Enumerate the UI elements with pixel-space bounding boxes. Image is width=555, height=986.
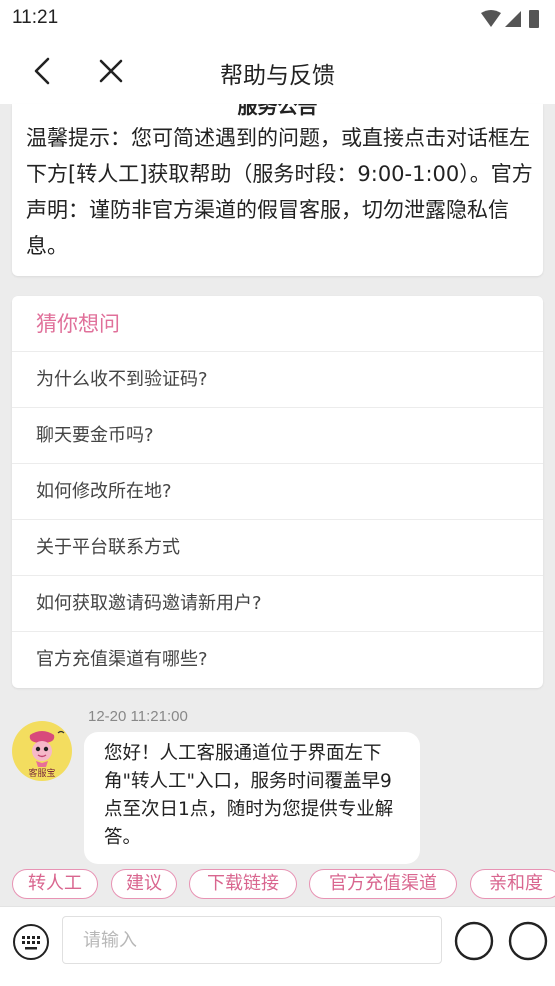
emoji-button[interactable] [452,919,496,963]
message-timestamp: 12-20 11:21:00 [88,708,188,725]
keyboard-icon [13,924,49,960]
avatar-label: 客服宝 [28,769,56,779]
status-bar: 11:21 [0,0,555,38]
keyboard-button[interactable] [12,923,50,961]
message-input[interactable] [62,916,442,964]
quick-reply-chip[interactable]: 官方充值渠道 [309,869,457,899]
faq-item[interactable]: 关于平台联系方式 [12,520,543,576]
signal-icon [505,11,521,27]
faq-item[interactable]: 聊天要金币吗? [12,408,543,464]
wifi-icon [481,10,501,27]
quick-reply-chip[interactable]: 转人工 [12,869,98,899]
quick-reply-chip[interactable]: 下载链接 [189,869,297,899]
battery-icon [529,10,539,28]
avatar[interactable]: 客服宝 [12,721,72,781]
notice-text: 温馨提示：您可简述遇到的问题，或直接点击对话框左下方[转人工]获取帮助（服务时段… [26,126,533,258]
faq-card: 猜你想问 为什么收不到验证码? 聊天要金币吗? 如何修改所在地? 关于平台联系方… [12,296,543,688]
title-bar: 帮助与反馈 [0,38,555,104]
faq-item[interactable]: 为什么收不到验证码? [12,352,543,408]
notice-title: 服务公告 [237,104,318,118]
message-bubble: 您好！人工客服通道位于界面左下角"转人工"入口，服务时间覆盖早9点至次日1点，随… [84,732,420,864]
quick-reply-chip[interactable]: 亲和度 [470,869,555,899]
faq-item[interactable]: 官方充值渠道有哪些? [12,632,543,688]
add-icon [508,921,548,961]
status-time: 11:21 [12,7,59,28]
emoji-icon [454,921,494,961]
more-button[interactable] [506,919,550,963]
status-icons [479,9,545,33]
faq-item[interactable]: 如何修改所在地? [12,464,543,520]
page-title: 帮助与反馈 [220,63,335,89]
faq-heading: 猜你想问 [12,296,543,352]
quick-reply-chip[interactable]: 建议 [111,869,177,899]
notice-card: 服务公告 温馨提示：您可简述遇到的问题，或直接点击对话框左下方[转人工]获取帮助… [12,104,543,276]
faq-item[interactable]: 如何获取邀请码邀请新用户? [12,576,543,632]
input-bar [0,906,555,986]
